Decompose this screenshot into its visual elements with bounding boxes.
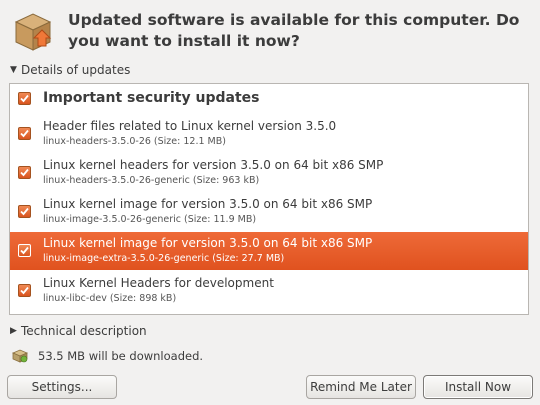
update-package: linux-image-3.5.0-26-generic (Size: 11.9… xyxy=(43,214,257,225)
technical-description-expander[interactable]: ▶ Technical description xyxy=(10,323,147,339)
settings-button[interactable]: Settings... xyxy=(7,375,117,399)
update-row-selected[interactable]: Linux kernel image for version 3.5.0 on … xyxy=(10,232,528,270)
update-title: Header files related to Linux kernel ver… xyxy=(43,119,337,133)
checkmark-icon xyxy=(20,168,29,177)
checkmark-icon xyxy=(20,207,29,216)
details-expander[interactable]: ▼ Details of updates xyxy=(10,62,130,78)
update-checkbox[interactable] xyxy=(18,166,31,179)
update-checkbox[interactable] xyxy=(18,284,31,297)
triangle-right-icon: ▶ xyxy=(10,326,17,336)
update-package: linux-image-extra-3.5.0-26-generic (Size… xyxy=(43,253,285,264)
update-title: Linux Kernel Headers for development xyxy=(43,276,274,290)
header: Updated software is available for this c… xyxy=(8,6,536,58)
install-now-button[interactable]: Install Now xyxy=(423,375,533,399)
category-row[interactable]: Important security updates xyxy=(10,84,528,114)
checkmark-icon xyxy=(20,129,29,138)
updates-list[interactable]: Important security updates Header files … xyxy=(9,83,529,315)
software-update-box-icon xyxy=(14,13,52,51)
update-package: linux-headers-3.5.0-26-generic (Size: 96… xyxy=(43,175,260,186)
download-size-text: 53.5 MB will be downloaded. xyxy=(38,349,204,363)
update-row[interactable]: Linux Kernel Headers for development lin… xyxy=(10,271,528,310)
package-icon xyxy=(12,349,28,363)
checkmark-icon xyxy=(20,286,29,295)
update-row[interactable]: Header files related to Linux kernel ver… xyxy=(10,114,528,153)
triangle-down-icon: ▼ xyxy=(10,65,17,75)
update-checkbox[interactable] xyxy=(18,205,31,218)
download-size-info: 53.5 MB will be downloaded. xyxy=(12,347,203,365)
category-checkbox[interactable] xyxy=(18,92,31,105)
category-label: Important security updates xyxy=(43,90,260,106)
update-checkbox[interactable] xyxy=(18,244,31,257)
checkmark-icon xyxy=(20,94,29,103)
update-row[interactable]: Linux kernel image for version 3.5.0 on … xyxy=(10,192,528,231)
details-expander-label: Details of updates xyxy=(21,63,131,77)
update-title: Linux kernel image for version 3.5.0 on … xyxy=(43,236,373,250)
update-title: Linux kernel image for version 3.5.0 on … xyxy=(43,197,373,211)
checkmark-icon xyxy=(20,246,29,255)
update-title: Linux kernel headers for version 3.5.0 o… xyxy=(43,158,384,172)
update-checkbox[interactable] xyxy=(18,127,31,140)
technical-description-label: Technical description xyxy=(21,324,147,338)
remind-me-later-button[interactable]: Remind Me Later xyxy=(306,375,416,399)
update-package: linux-libc-dev (Size: 898 kB) xyxy=(43,293,177,304)
page-title: Updated software is available for this c… xyxy=(68,11,520,50)
update-package: linux-headers-3.5.0-26 (Size: 12.1 MB) xyxy=(43,136,226,147)
update-row[interactable]: Linux kernel headers for version 3.5.0 o… xyxy=(10,153,528,192)
